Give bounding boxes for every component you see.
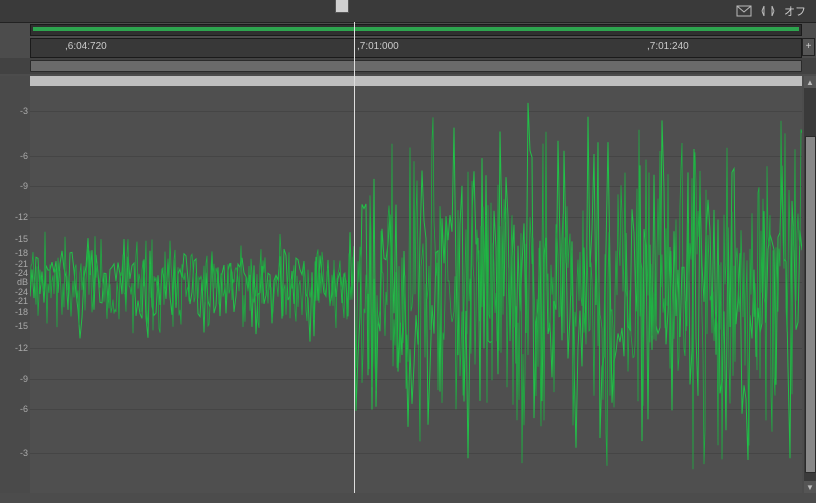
playhead-line[interactable] (354, 22, 355, 493)
scroll-down-button[interactable]: ▼ (804, 481, 816, 493)
db-label: -12 (15, 343, 28, 353)
db-label: -9 (20, 374, 28, 384)
db-label: -3 (20, 448, 28, 458)
ruler-tick: ,6:04:720 (65, 41, 107, 52)
db-scale-gutter: -3 -6 -9 -12 -15 -18 -21 -24 dB -24 -21 … (0, 76, 30, 493)
toolbar-off-label[interactable]: オフ (784, 3, 806, 19)
time-ruler[interactable]: ,6:04:720 ,7:01:000 ,7:01:240 (30, 38, 802, 58)
db-label: -15 (15, 234, 28, 244)
navigator-waveform (33, 27, 799, 31)
db-label: -18 (15, 307, 28, 317)
db-label: -21 (15, 296, 28, 306)
scroll-up-button[interactable]: ▲ (804, 76, 816, 88)
vertical-scrollbar[interactable]: ▲ ▼ (804, 76, 816, 493)
db-label: -6 (20, 404, 28, 414)
navigator-strip[interactable] (30, 24, 802, 36)
top-toolbar: オフ (0, 0, 816, 23)
ruler-tick: ,7:01:000 (357, 41, 399, 52)
waveform-panel: -3 -6 -9 -12 -15 -18 -21 -24 dB -24 -21 … (0, 76, 802, 493)
db-label: -9 (20, 181, 28, 191)
db-label: -3 (20, 106, 28, 116)
audio-editor-root: オフ ,6:04:720 ,7:01:000 ,7:01:240 + -3 -6… (0, 0, 816, 503)
plus-icon: + (806, 42, 812, 52)
db-unit: dB (17, 277, 28, 287)
db-label: -18 (15, 248, 28, 258)
pan-balance-icon[interactable] (760, 4, 776, 18)
db-label: -6 (20, 151, 28, 161)
horizontal-scroll-thumb[interactable] (30, 60, 802, 72)
navigator-playhead-handle[interactable] (335, 0, 349, 13)
envelope-icon[interactable] (736, 4, 752, 18)
horizontal-scrollbar[interactable] (0, 58, 816, 74)
ruler-tick: ,7:01:240 (647, 41, 689, 52)
db-label: -15 (15, 321, 28, 331)
zoom-in-button[interactable]: + (802, 38, 815, 56)
db-label: -12 (15, 212, 28, 222)
waveform-display[interactable] (30, 86, 802, 493)
vertical-scroll-thumb[interactable] (805, 136, 816, 473)
